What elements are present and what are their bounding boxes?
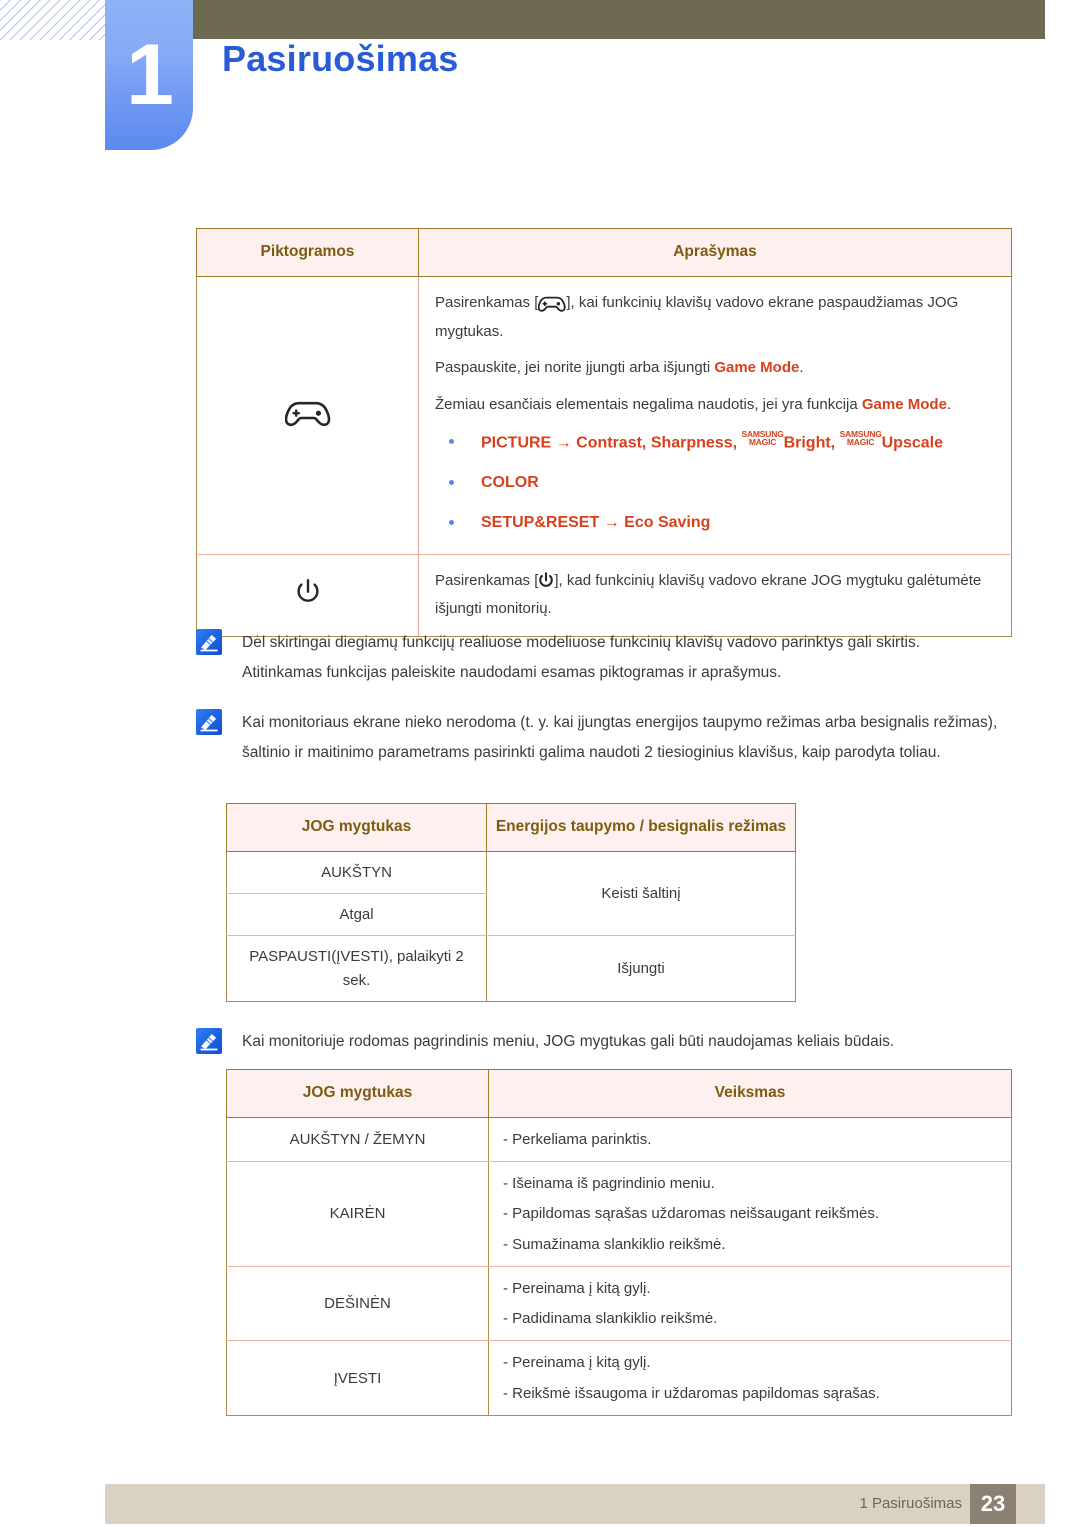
column-header-action: Veiksmas: [488, 1069, 1012, 1118]
affected-settings-list: PICTURE → Contrast, Sharpness, SAMSUNG MA…: [435, 430, 995, 536]
power-shortcut-table: JOG mygtukas Energijos taupymo / besigna…: [226, 803, 796, 1002]
header-bar: [105, 0, 1045, 39]
action-line: - Išeinama iš pagrindinio meniu.: [503, 1175, 715, 1193]
samsung-magic-logo-2: SAMSUNG MAGIC: [839, 428, 882, 448]
table-row: AUKŠTYN Keisti šaltinį: [226, 850, 796, 937]
gamepad-icon-inline: [538, 293, 567, 320]
note-icon: [196, 1028, 222, 1054]
power-description-cell: Pasirenkamas [], kad funkcinių klavišų v…: [418, 553, 1012, 638]
table-row: KAIRĖN - Išeinama iš pagrindinio meniu. …: [226, 1161, 1012, 1267]
description-paragraph-power: Pasirenkamas [], kad funkcinių klavišų v…: [435, 571, 982, 618]
description-paragraph-1: Pasirenkamas [], kai funkcinių klavišų v…: [435, 293, 959, 341]
table-header-row: JOG mygtukas Energijos taupymo / besigna…: [226, 803, 796, 852]
action-line: - Papildomas sąrašas uždaromas neišsauga…: [503, 1205, 880, 1223]
jog-button-value: KAIRĖN: [226, 1161, 489, 1267]
gamepad-description-cell: Pasirenkamas [], kai funkcinių klavišų v…: [418, 275, 1012, 555]
jog-button-value: ĮVESTI: [226, 1340, 489, 1416]
description-paragraph-2: Paspauskite, jei norite įjungti arba išj…: [435, 359, 804, 377]
note-block-2: Kai monitoriaus ekrane nieko nerodoma (t…: [196, 708, 1020, 768]
page-title: Pasiruošimas: [222, 38, 459, 79]
gamepad-icon-cell: [196, 275, 419, 555]
action-line: - Sumažinama slankiklio reikšmė.: [503, 1235, 726, 1253]
action-line: - Pereinama į kitą gylį.: [503, 1279, 651, 1297]
note-line: Atitinkamas funkcijas paleiskite naudoda…: [242, 664, 782, 682]
action-line: - Padidinama slankiklio reikšmė.: [503, 1310, 718, 1328]
column-header-piktogramos: Piktogramos: [196, 228, 419, 277]
jog-action-cell: - Pereinama į kitą gylį. - Padidinama sl…: [488, 1265, 1012, 1342]
jog-button-value: PASPAUSTI(ĮVESTI), palaikyti 2 sek.: [226, 935, 487, 1002]
power-icon-cell: [196, 553, 419, 638]
chapter-number-badge: 1: [105, 0, 193, 150]
note-block-3: Kai monitoriuje rodomas pagrindinis meni…: [196, 1027, 1020, 1057]
column-header-jog-button: JOG mygtukas: [226, 803, 487, 852]
table-row: AUKŠTYN / ŽEMYN - Perkeliama parinktis.: [226, 1116, 1012, 1163]
note-line: Kai monitoriaus ekrane nieko nerodoma (t…: [242, 714, 998, 762]
power-icon: [295, 577, 321, 614]
list-item-color: COLOR: [435, 471, 995, 496]
note-line: Kai monitoriuje rodomas pagrindinis meni…: [242, 1033, 895, 1050]
table-row: Pasirenkamas [], kai funkcinių klavišų v…: [196, 275, 1012, 555]
note-block-1: Dėl skirtingai diegiamų funkcijų realiuo…: [196, 628, 1020, 688]
column-header-power-mode: Energijos taupymo / besignalis režimas: [486, 803, 796, 852]
game-mode-highlight: Game Mode: [714, 359, 800, 377]
jog-action-cell: - Išeinama iš pagrindinio meniu. - Papil…: [488, 1161, 1012, 1267]
page-number: 23: [970, 1484, 1016, 1524]
table-row: PASPAUSTI(ĮVESTI), palaikyti 2 sek. Išju…: [226, 935, 796, 1002]
power-icon-inline: [538, 571, 554, 597]
table-header-row: Piktogramos Aprašymas: [196, 228, 1012, 277]
action-line: - Reikšmė išsaugoma ir uždaromas papildo…: [503, 1384, 880, 1402]
jog-button-value: AUKŠTYN: [226, 850, 487, 895]
footer-chapter-label: 1 Pasiruošimas: [859, 1495, 962, 1512]
table-row: Pasirenkamas [], kad funkcinių klavišų v…: [196, 553, 1012, 638]
table-row: ĮVESTI - Pereinama į kitą gylį. - Reikšm…: [226, 1340, 1012, 1416]
action-line: - Pereinama į kitą gylį.: [503, 1354, 651, 1372]
note-text-1: Dėl skirtingai diegiamų funkcijų realiuo…: [242, 628, 1020, 688]
jog-action-cell: - Perkeliama parinktis.: [488, 1116, 1012, 1163]
jog-button-value: AUKŠTYN / ŽEMYN: [226, 1116, 489, 1163]
table-header-row: JOG mygtukas Veiksmas: [226, 1069, 1012, 1118]
game-mode-highlight-2: Game Mode: [861, 395, 947, 413]
jog-button-value: DEŠINĖN: [226, 1265, 489, 1342]
jog-action-cell: - Pereinama į kitą gylį. - Reikšmė išsau…: [488, 1340, 1012, 1416]
action-line: - Perkeliama parinktis.: [503, 1130, 652, 1148]
note-text-3: Kai monitoriuje rodomas pagrindinis meni…: [242, 1027, 1020, 1057]
note-line: Dėl skirtingai diegiamų funkcijų realiuo…: [242, 634, 921, 651]
icon-description-table: Piktogramos Aprašymas Pasirenkamas [], k…: [196, 228, 1012, 638]
note-icon: [196, 709, 222, 735]
jog-button-value: Atgal: [226, 893, 487, 937]
samsung-magic-logo-1: SAMSUNG MAGIC: [741, 428, 784, 448]
table-row: DEŠINĖN - Pereinama į kitą gylį. - Padid…: [226, 1265, 1012, 1342]
column-header-aprasymas: Aprašymas: [418, 228, 1012, 277]
list-item-setup-reset: SETUP&RESET → Eco Saving: [435, 511, 995, 536]
column-header-jog-button: JOG mygtukas: [226, 1069, 489, 1118]
description-paragraph-3: Žemiau esančiais elementais negalima nau…: [435, 395, 952, 413]
jog-menu-action-table: JOG mygtukas Veiksmas AUKŠTYN / ŽEMYN - …: [226, 1069, 1012, 1416]
power-action-value: Keisti šaltinį: [486, 850, 796, 937]
note-text-2: Kai monitoriaus ekrane nieko nerodoma (t…: [242, 708, 1020, 768]
gamepad-icon: [284, 396, 331, 435]
note-icon: [196, 629, 222, 655]
list-item-picture: PICTURE → Contrast, Sharpness, SAMSUNG MA…: [435, 430, 995, 456]
power-action-value: Išjungti: [486, 935, 796, 1002]
